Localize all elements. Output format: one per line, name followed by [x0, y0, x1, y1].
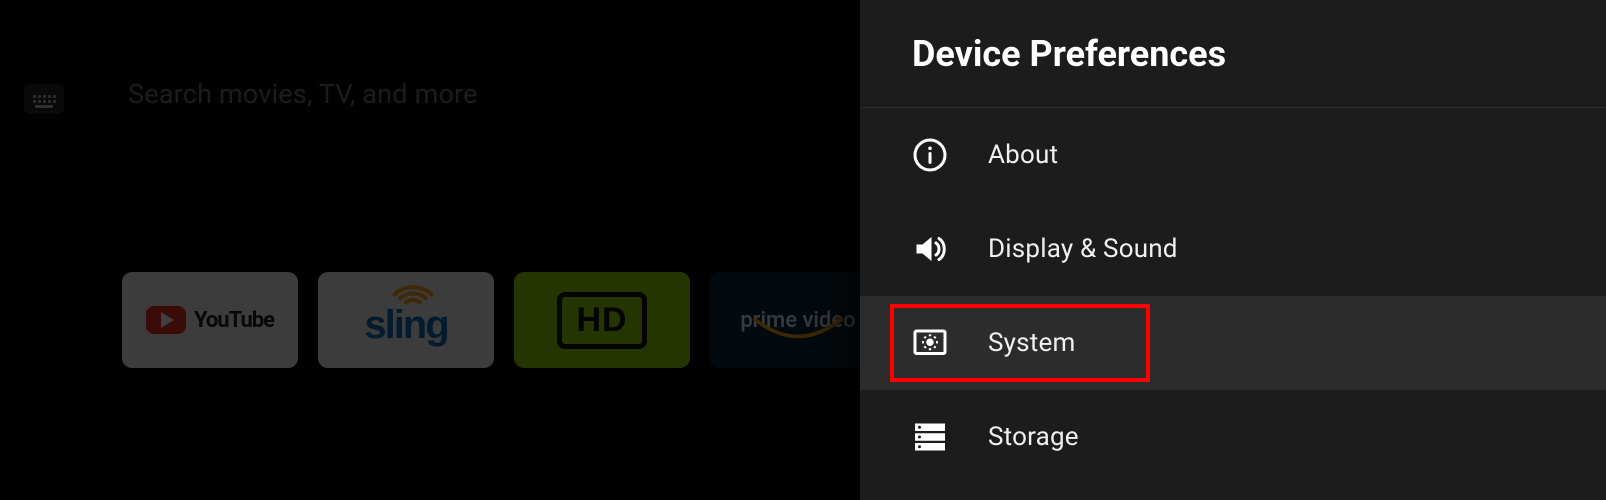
menu-item-storage[interactable]: Storage: [860, 390, 1606, 484]
info-icon: [912, 137, 948, 173]
app-label: HD: [557, 292, 646, 349]
prime-smile-icon: [753, 316, 843, 346]
device-preferences-panel: Device Preferences About Display & Sound: [860, 0, 1606, 500]
menu-item-display-sound[interactable]: Display & Sound: [860, 202, 1606, 296]
menu-item-about[interactable]: About: [860, 108, 1606, 202]
menu-label: System: [988, 328, 1075, 358]
app-tile-sling[interactable]: sling: [318, 272, 494, 368]
system-settings-icon: [912, 325, 948, 361]
panel-title: Device Preferences: [912, 33, 1226, 75]
search-input[interactable]: Search movies, TV, and more: [128, 78, 478, 110]
menu-label: Storage: [988, 422, 1079, 452]
app-tile-hd[interactable]: HD: [514, 272, 690, 368]
menu-label: Display & Sound: [988, 234, 1178, 264]
app-label: sling: [364, 303, 447, 348]
app-row: YouTube sling HD prime video: [122, 272, 886, 368]
home-background: Search movies, TV, and more YouTube slin…: [0, 0, 860, 500]
menu-label: About: [988, 140, 1058, 170]
volume-icon: [912, 231, 948, 267]
app-tile-youtube[interactable]: YouTube: [122, 272, 298, 368]
keyboard-icon[interactable]: [24, 84, 64, 114]
sling-icon: [376, 293, 436, 309]
panel-header: Device Preferences: [860, 0, 1606, 108]
menu-item-system[interactable]: System: [860, 296, 1606, 390]
app-label: YouTube: [194, 308, 274, 333]
storage-icon: [912, 419, 948, 455]
youtube-icon: [146, 306, 186, 334]
